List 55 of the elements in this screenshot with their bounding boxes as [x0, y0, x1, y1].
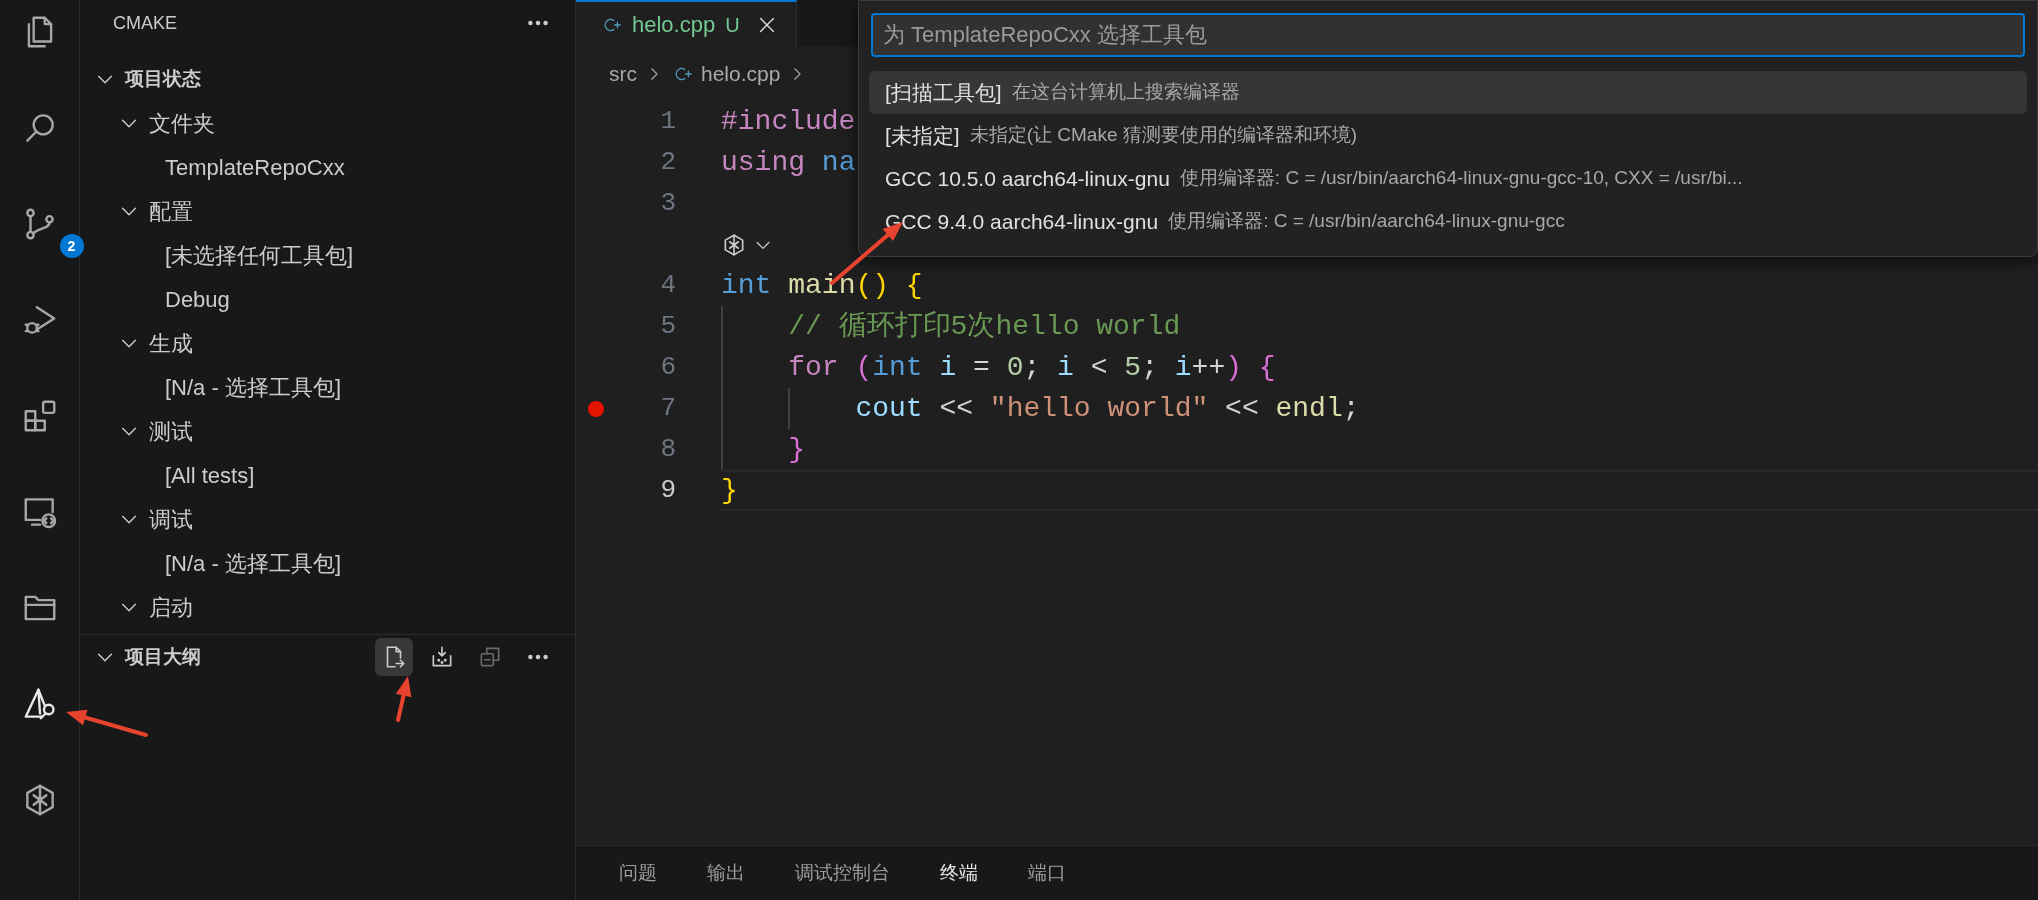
search-field[interactable]: 为 TemplateRepoCxx 选择工具包	[871, 13, 2025, 57]
code-line: for (int i = 0; i < 5; i++) {	[787, 350, 1276, 385]
option-label: [扫描工具包]	[885, 79, 1002, 106]
kit-option[interactable]: [未指定] 未指定(让 CMake 猜测要使用的编译器和环境)	[869, 114, 2027, 157]
section-header[interactable]: 项目大纲	[125, 642, 201, 672]
tree-item[interactable]: [N/a - 选择工具包]	[165, 546, 341, 580]
code-line: using na	[721, 145, 856, 180]
option-description: 未指定(让 CMake 猜测要使用的编译器和环境)	[969, 123, 1358, 148]
tree-item[interactable]: 配置	[149, 194, 193, 228]
line-number: 3	[660, 187, 676, 220]
tree-item[interactable]: [未选择任何工具包]	[165, 238, 354, 272]
option-description: 在这台计算机上搜索编译器	[1011, 80, 1240, 105]
line-number: 1	[660, 105, 676, 138]
breadcrumb-item[interactable]: helo.cpp	[701, 58, 781, 90]
section-header[interactable]: 项目状态	[125, 64, 201, 94]
code-line: // 循环打印5次hello world	[787, 309, 1181, 344]
panel-tab[interactable]: 调试控制台	[795, 858, 890, 888]
line-number: 4	[660, 269, 676, 302]
breadcrumb-item[interactable]: src	[609, 58, 637, 90]
count-badge: 2	[59, 234, 84, 258]
code-line: int main() {	[721, 268, 923, 303]
panel-tab[interactable]: 问题	[619, 858, 657, 888]
tree-item[interactable]: 测试	[149, 414, 193, 448]
tree-item[interactable]: [N/a - 选择工具包]	[165, 370, 341, 404]
line-number: 9	[660, 474, 676, 507]
annotation-arrow	[395, 676, 412, 722]
tree-item[interactable]: 调试	[149, 502, 193, 536]
git-status: U	[725, 12, 740, 38]
option-label: GCC 10.5.0 aarch64-linux-gnu	[885, 165, 1170, 192]
kit-option[interactable]: [扫描工具包] 在这台计算机上搜索编译器	[869, 71, 2027, 114]
option-label: [未指定]	[885, 122, 960, 149]
sidebar-title: CMAKE	[113, 12, 177, 35]
code-line: #include	[721, 104, 856, 139]
line-number: 2	[660, 146, 676, 179]
code-line: cout << "hello world" << endl;	[854, 391, 1360, 426]
tree-item[interactable]: TemplateRepoCxx	[165, 150, 345, 184]
tree-item[interactable]: [All tests]	[165, 458, 255, 492]
kit-option[interactable]: GCC 10.5.0 aarch64-linux-gnu 使用编译器: C = /usr/bin/aarch64-linux-gnu-gcc-10, CXX = /usr/bi...	[869, 157, 2027, 200]
panel-tab[interactable]: 终端	[940, 858, 978, 888]
tree-item[interactable]: 生成	[149, 326, 193, 360]
editor-tab[interactable]: helo.cpp U	[576, 0, 797, 47]
line-number: 8	[660, 433, 676, 466]
tree-item[interactable]: 启动	[149, 590, 193, 624]
panel-tab[interactable]: 输出	[707, 858, 745, 888]
tab-label: helo.cpp	[632, 11, 716, 39]
tree-item[interactable]: Debug	[165, 282, 230, 316]
line-number: 5	[660, 310, 676, 343]
option-description: 使用编译器: C = /usr/bin/aarch64-linux-gnu-gcc	[1168, 209, 1565, 234]
tree-item[interactable]: 文件夹	[149, 106, 215, 140]
panel-tab[interactable]: 端口	[1028, 858, 1066, 888]
line-number: 7	[660, 392, 676, 425]
option-description: 使用编译器: C = /usr/bin/aarch64-linux-gnu-gcc-10, CXX = /usr/bi...	[1179, 166, 1743, 191]
line-number: 6	[660, 351, 676, 384]
code-line: }	[721, 473, 738, 508]
code-line: }	[787, 432, 805, 467]
